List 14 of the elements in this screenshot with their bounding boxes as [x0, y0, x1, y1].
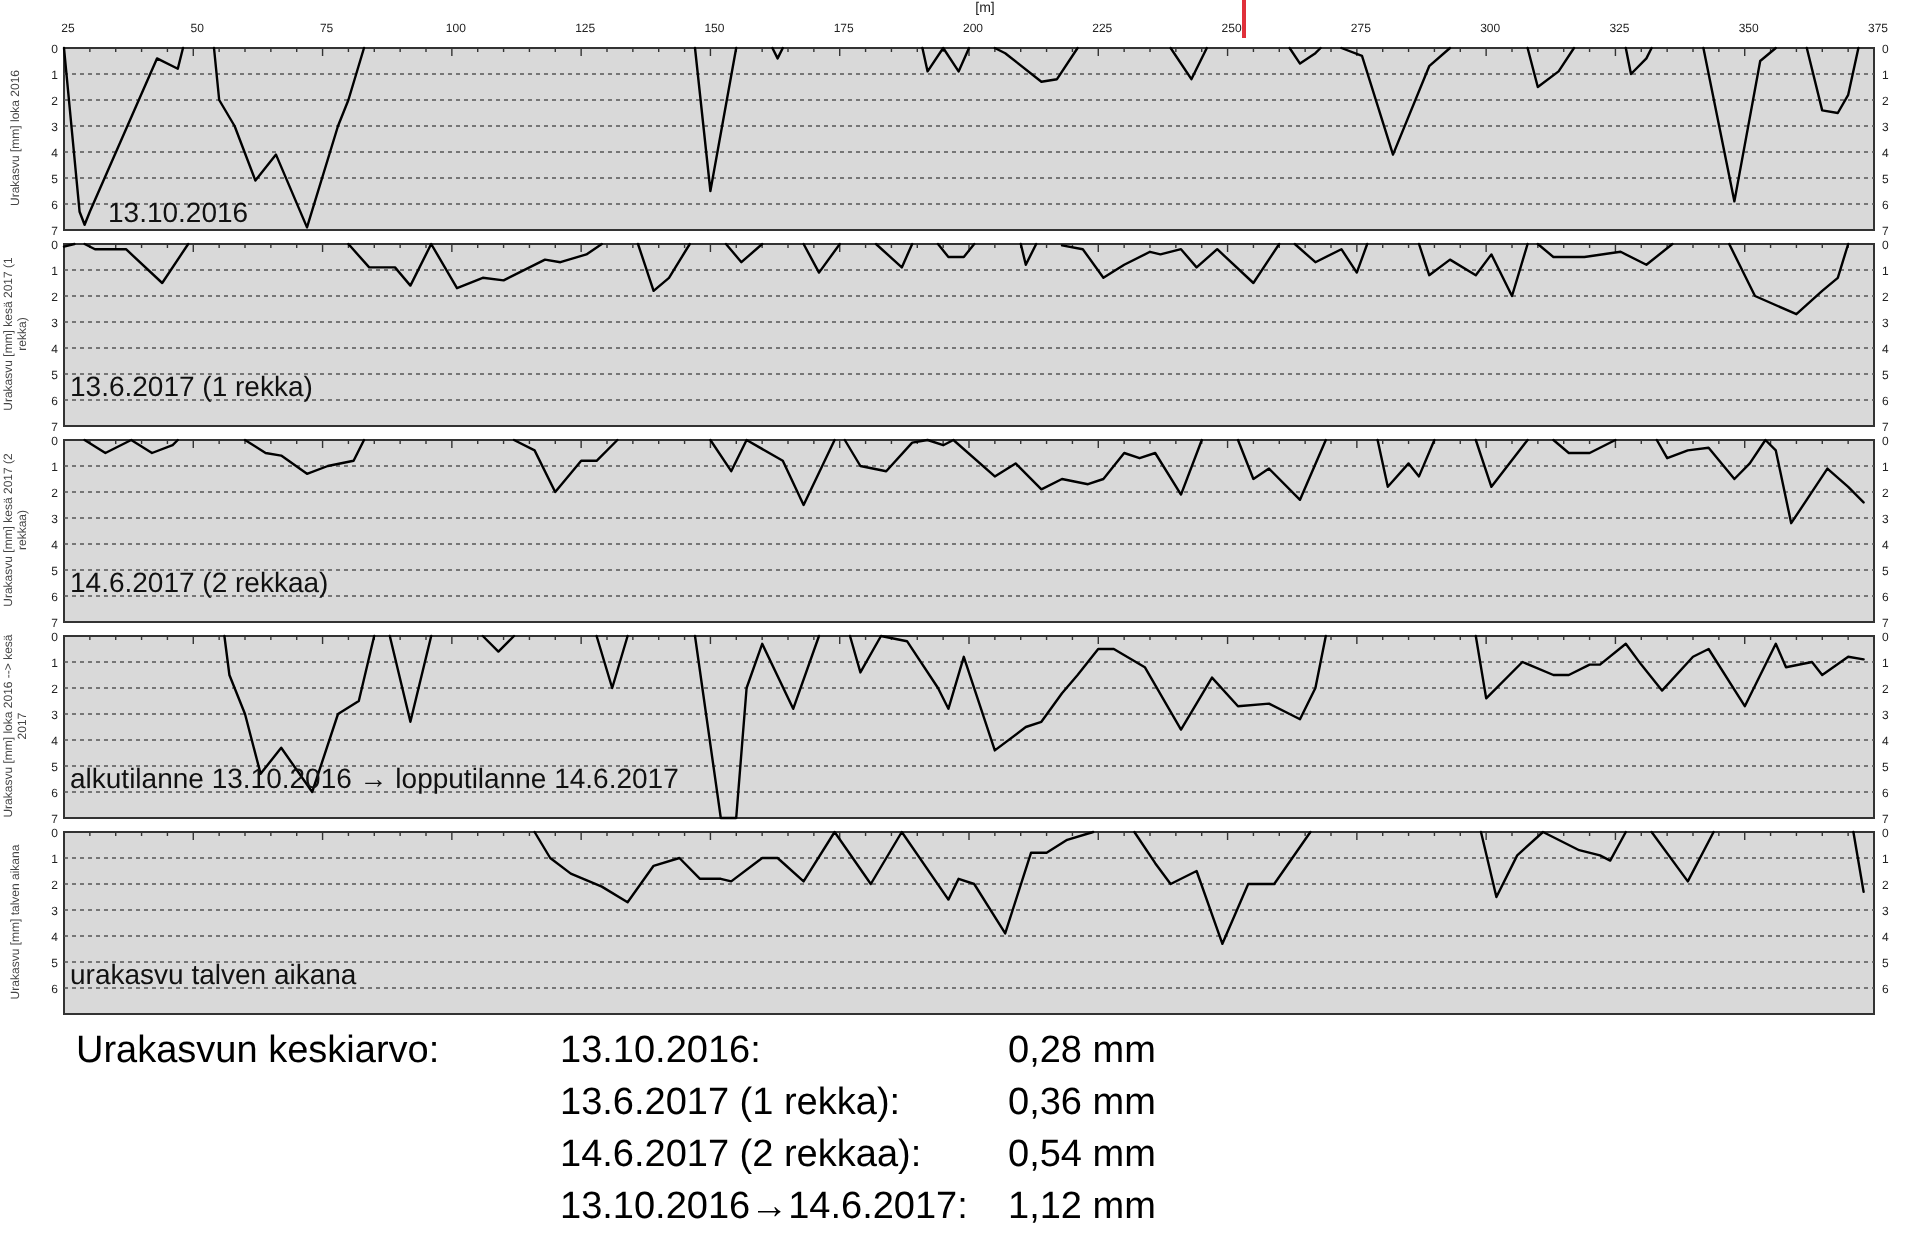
summary-value: 0,54 mm	[1008, 1132, 1158, 1180]
summary-value: 0,28 mm	[1008, 1028, 1158, 1076]
summary-value: 1,12 mm	[1008, 1184, 1158, 1232]
chart-label: 13.10.2016	[108, 196, 249, 228]
chart-label: urakasvu talven aikana	[70, 958, 357, 990]
summary-label: 14.6.2017 (2 rekkaa):	[560, 1132, 924, 1180]
summary-label: 13.10.2016→14.6.2017:	[560, 1184, 970, 1232]
cursor-mark	[1242, 0, 1246, 38]
summary-label: 13.6.2017 (1 rekka):	[560, 1080, 903, 1128]
chart-label: 13.6.2017 (1 rekka)	[70, 370, 313, 402]
chart-label: 14.6.2017 (2 rekkaa)	[70, 566, 329, 598]
summary-title: Urakasvun keskiarvo:	[76, 1028, 442, 1076]
summary-label: 13.10.2016:	[560, 1028, 763, 1076]
summary-value: 0,36 mm	[1008, 1080, 1158, 1128]
